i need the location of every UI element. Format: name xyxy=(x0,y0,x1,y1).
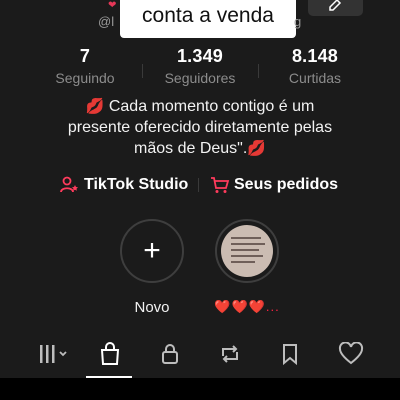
grid-icon xyxy=(40,345,67,363)
tab-shop[interactable] xyxy=(90,340,130,370)
profile-tabs xyxy=(0,332,400,378)
sale-sticker: conta a venda xyxy=(120,0,296,38)
bottom-strip xyxy=(0,378,400,400)
bio-line-3: mãos de Deus". xyxy=(134,140,248,157)
repost-icon xyxy=(222,345,238,363)
tab-liked[interactable] xyxy=(330,340,370,370)
bookmark-icon xyxy=(283,344,297,366)
heart-icon xyxy=(338,342,364,365)
highlight-circle[interactable] xyxy=(215,219,279,283)
bio-line-1: Cada momento contigo é um xyxy=(108,98,315,115)
highlight-label: ❤️❤️❤️... xyxy=(214,299,280,314)
tab-favorites[interactable] xyxy=(270,340,310,370)
orders-label: Seus pedidos xyxy=(234,176,339,193)
edit-button[interactable] xyxy=(308,0,363,16)
tab-videos[interactable] xyxy=(30,340,70,370)
lips-emoji: 💋 xyxy=(85,98,105,115)
likes-label: Curtidas xyxy=(288,70,342,86)
bio-line-2: presente oferecido diretamente pelas xyxy=(67,119,333,136)
profile-top-bar: ❤ @l conta a venda g xyxy=(0,0,400,40)
highlight-thumbnail xyxy=(221,225,273,277)
profile-links: TikTok Studio Seus pedidos xyxy=(0,174,400,198)
plus-icon: + xyxy=(143,234,161,267)
sticker-text: conta a venda xyxy=(142,4,274,27)
pencil-icon xyxy=(329,0,342,11)
lips-emoji: 💋 xyxy=(247,140,266,157)
highlight-new[interactable]: + Novo xyxy=(117,219,187,316)
stat-divider xyxy=(258,64,259,78)
link-divider xyxy=(198,178,199,192)
stat-divider xyxy=(142,64,143,78)
profile-bio: 💋 Cada momento contigo é um presente ofe… xyxy=(30,96,370,159)
orders-link[interactable]: Seus pedidos xyxy=(210,174,340,196)
highlight-label: Novo xyxy=(134,299,170,316)
following-count: 7 xyxy=(79,46,91,66)
tab-private[interactable] xyxy=(150,340,190,370)
followers-label: Seguidores xyxy=(164,70,236,86)
lock-icon xyxy=(162,344,178,364)
following-label: Seguindo xyxy=(55,70,115,86)
studio-user-icon xyxy=(60,176,78,193)
stat-following[interactable]: 7 Seguindo xyxy=(30,46,140,86)
username: @l xyxy=(98,14,115,29)
highlight-hearts[interactable]: ❤️❤️❤️... xyxy=(212,219,282,315)
likes-count: 8.148 xyxy=(291,46,339,66)
profile-stats: 7 Seguindo 1.349 Seguidores 8.148 Curtid… xyxy=(30,46,370,90)
stat-likes[interactable]: 8.148 Curtidas xyxy=(260,46,370,86)
heart-icon: ❤ xyxy=(108,0,117,11)
stat-followers[interactable]: 1.349 Seguidores xyxy=(145,46,255,86)
username-tail: g xyxy=(294,14,302,29)
tab-reposts[interactable] xyxy=(210,340,250,370)
shop-bag-icon xyxy=(100,342,120,365)
tiktok-studio-link[interactable]: TikTok Studio xyxy=(60,174,195,196)
new-highlight-circle[interactable]: + xyxy=(120,219,184,283)
studio-label: TikTok Studio xyxy=(84,176,189,193)
cart-icon xyxy=(211,177,230,193)
followers-count: 1.349 xyxy=(176,46,224,66)
